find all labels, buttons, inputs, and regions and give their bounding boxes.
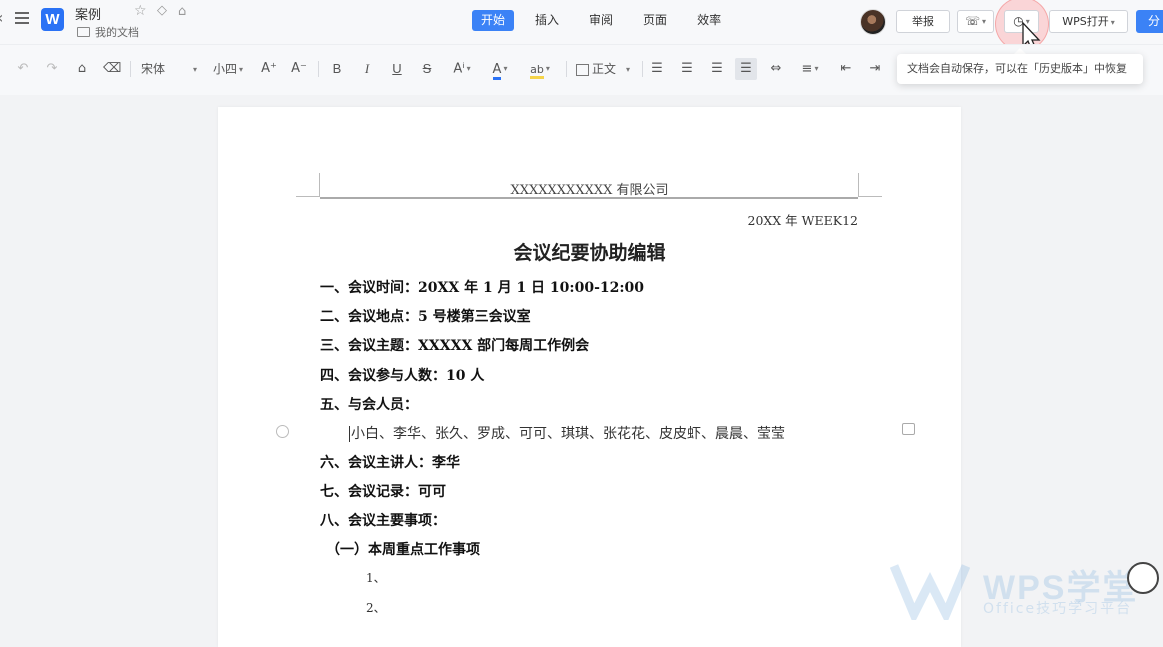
doc-line: 二、会议地点：5 号楼第三会议室 — [320, 309, 531, 325]
attendees-line: 小白、李华、张久、罗成、可可、琪琪、张花花、皮皮虾、晨晨、莹莹 — [349, 423, 785, 443]
add-comment-icon[interactable] — [902, 423, 915, 435]
report-button[interactable]: 举报 — [896, 10, 950, 33]
ribbon-tabs: 开始 插入 审阅 页面 效率 — [472, 10, 742, 31]
line-spacing-icon[interactable]: ≡ ▾ — [797, 58, 823, 80]
avatar[interactable] — [860, 9, 886, 35]
week-label: 20XX 年 WEEK12 — [747, 213, 859, 228]
wps-open-button[interactable]: WPS打开 ▾ — [1049, 10, 1128, 33]
doc-line: 六、会议主讲人：李华 — [320, 455, 460, 471]
font-size-value: 小四 — [213, 62, 238, 76]
phone-share-icon: ☏ — [964, 14, 980, 28]
wps-logo: W — [41, 8, 64, 31]
tab-page[interactable]: 页面 — [634, 10, 676, 31]
italic-button[interactable]: I — [359, 58, 375, 80]
document-heading: 会议纪要协助编辑 — [513, 242, 666, 264]
shrink-font-button[interactable]: A⁻ — [290, 58, 308, 80]
align-left-icon[interactable]: ☰ — [648, 58, 666, 80]
distributed-align-icon[interactable]: ⇔ — [767, 58, 785, 80]
folder-icon — [77, 27, 90, 37]
increase-indent-icon[interactable]: ⇥ — [866, 58, 884, 80]
paragraph-style-select[interactable]: 正文 ▾ — [576, 58, 636, 80]
superscript-icon[interactable]: Aⁱ ▾ — [449, 58, 475, 80]
folder-breadcrumb[interactable]: 我的文档 — [77, 24, 139, 40]
tab-efficiency[interactable]: 效率 — [688, 10, 730, 31]
tag-icon[interactable]: ◇ — [157, 3, 167, 18]
doc-line: 1、 — [366, 571, 386, 585]
menu-icon[interactable] — [15, 12, 29, 24]
bold-button[interactable]: B — [329, 58, 345, 80]
document-title[interactable]: 案例 — [75, 4, 101, 23]
back-chevron-icon[interactable]: ‹ — [0, 8, 3, 27]
tab-insert[interactable]: 插入 — [526, 10, 568, 31]
align-center-icon[interactable]: ☰ — [678, 58, 696, 80]
underline-button[interactable]: U — [389, 58, 405, 80]
paragraph-handle-icon[interactable] — [276, 425, 289, 438]
title-bar: ‹ W 案例 ☆ ◇ ⌂ 我的文档 开始 插入 审阅 页面 效率 举报 ☏▾ ◷… — [0, 0, 1163, 52]
format-painter-icon[interactable]: ⌂ — [73, 58, 91, 80]
justify-icon[interactable]: ☰ — [735, 58, 757, 80]
highlight-color-icon[interactable]: ab ▾ — [527, 58, 553, 80]
doc-line: （一）本周重点工作事项 — [326, 542, 480, 558]
watermark-logo-icon — [890, 564, 970, 620]
autosave-tooltip: 文档会自动保存，可以在「历史版本」中恢复 — [897, 54, 1143, 84]
doc-line: 八、会议主要事项： — [320, 513, 446, 529]
wps-open-label: WPS打开 — [1062, 15, 1109, 28]
style-value: 正文 — [592, 62, 617, 76]
font-color-icon[interactable]: A ▾ — [487, 58, 513, 80]
assistant-mascot-icon[interactable] — [1127, 562, 1159, 594]
collaborate-button[interactable]: ☏ ▾ — [957, 10, 994, 33]
grow-font-button[interactable]: A⁺ — [260, 58, 278, 80]
style-icon — [576, 63, 589, 76]
redo-icon[interactable]: ↷ — [43, 58, 61, 80]
document-page[interactable]: XXXXXXXXXXX 有限公司 20XX 年 WEEK12 会议纪要协助编辑 … — [218, 107, 961, 647]
doc-line: 四、会议参与人数：10 人 — [320, 368, 485, 384]
folder-name: 我的文档 — [95, 26, 139, 39]
clear-format-icon[interactable]: ⌫ — [103, 58, 121, 80]
font-family-select[interactable]: 宋体 ▾ — [141, 58, 203, 80]
strikethrough-button[interactable]: S — [419, 58, 435, 80]
star-icon[interactable]: ☆ — [134, 3, 147, 19]
header-company: XXXXXXXXXXX 有限公司 — [510, 183, 669, 198]
tab-review[interactable]: 审阅 — [580, 10, 622, 31]
tab-start[interactable]: 开始 — [472, 10, 515, 31]
header-rule — [320, 197, 858, 199]
text-caret — [349, 426, 350, 442]
watermark-subtitle: Office技巧学习平台 — [983, 601, 1133, 617]
doc-line: 三、会议主题：XXXXX 部门每周工作例会 — [320, 338, 590, 354]
attendees-text: 小白、李华、张久、罗成、可可、琪琪、张花花、皮皮虾、晨晨、莹莹 — [351, 426, 785, 442]
doc-line: 2、 — [366, 601, 386, 615]
share-button[interactable]: 分 — [1136, 10, 1163, 33]
doc-line: 五、与会人员： — [320, 397, 418, 413]
undo-icon[interactable]: ↶ — [14, 58, 32, 80]
decrease-indent-icon[interactable]: ⇤ — [837, 58, 855, 80]
doc-line: 七、会议记录：可可 — [320, 484, 446, 500]
font-family-value: 宋体 — [141, 62, 166, 76]
cloud-sync-icon[interactable]: ⌂ — [178, 4, 186, 19]
font-size-select[interactable]: 小四 ▾ — [213, 58, 253, 80]
doc-line: 一、会议时间：20XX 年 1 月 1 日 10:00-12:00 — [320, 280, 645, 296]
align-right-icon[interactable]: ☰ — [708, 58, 726, 80]
